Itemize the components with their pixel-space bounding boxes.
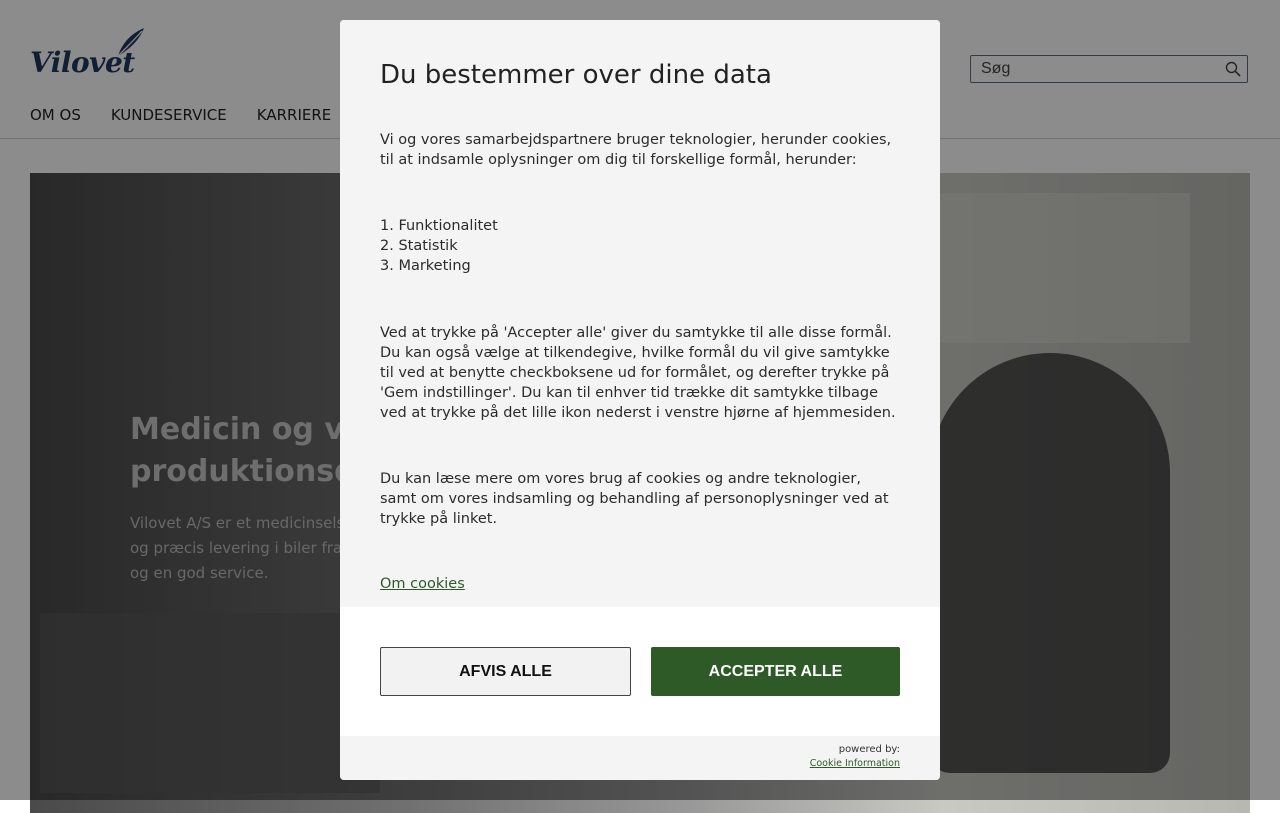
consent-actions: AFVIS ALLE ACCEPTER ALLE (340, 607, 940, 736)
purpose-item: 1. Funktionalitet (380, 218, 498, 234)
reject-all-button[interactable]: AFVIS ALLE (380, 647, 631, 696)
consent-body: Du bestemmer over dine data Vi og vores … (340, 20, 940, 607)
consent-intro: Vi og vores samarbejdspartnere bruger te… (380, 132, 892, 168)
purpose-item: 3. Marketing (380, 258, 471, 274)
cookie-consent-dialog: Du bestemmer over dine data Vi og vores … (340, 20, 940, 780)
cookie-information-link[interactable]: Cookie Information (810, 758, 900, 769)
accept-all-button[interactable]: ACCEPTER ALLE (651, 647, 900, 696)
consent-accept-info: Ved at trykke på 'Accepter alle' giver d… (380, 325, 896, 421)
consent-title: Du bestemmer over dine data (380, 60, 772, 90)
purpose-item: 2. Statistik (380, 238, 458, 254)
about-cookies-link[interactable]: Om cookies (380, 576, 465, 592)
powered-by-label: powered by: (838, 744, 900, 755)
purpose-list: 1. Funktionalitet 2. Statistik 3. Market… (380, 216, 900, 276)
consent-footer: powered by: Cookie Information (340, 736, 940, 780)
consent-more-info: Du kan læse mere om vores brug af cookie… (380, 471, 889, 527)
